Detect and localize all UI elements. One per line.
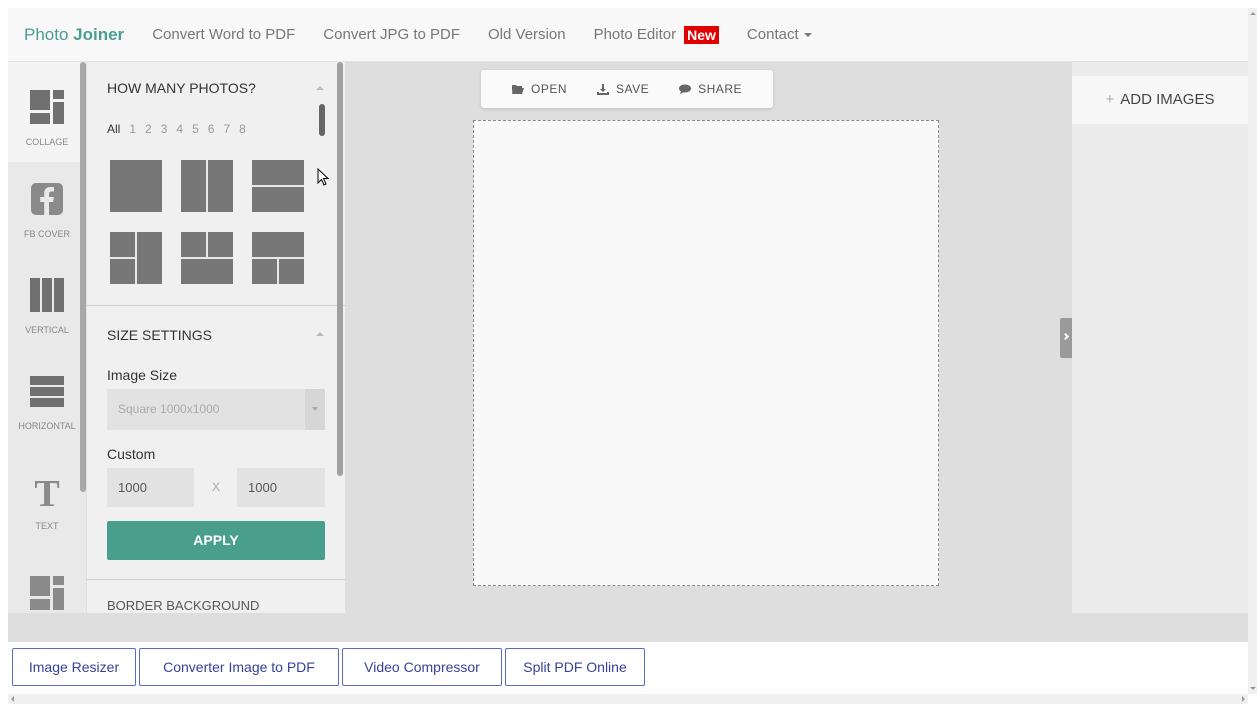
images-panel: + ADD IMAGES xyxy=(1072,62,1248,613)
folder-open-icon xyxy=(512,85,524,94)
brand-photo: Photo xyxy=(24,24,74,44)
open-label: OPEN xyxy=(531,82,568,96)
image-size-value: Square 1000x1000 xyxy=(118,402,220,416)
sidebar-label-horizontal: HORIZONTAL xyxy=(18,421,76,431)
nav-contact-dropdown[interactable]: Contact xyxy=(747,26,812,43)
nav-convert-jpg-to-pdf[interactable]: Convert JPG to PDF xyxy=(323,26,460,43)
text-icon: T xyxy=(28,472,66,515)
custom-height-input[interactable]: 1000 xyxy=(237,468,325,507)
footer-link-converter-image-to-pdf[interactable]: Converter Image to PDF xyxy=(139,648,339,686)
count-3[interactable]: 3 xyxy=(161,122,168,136)
layout-tile-2[interactable] xyxy=(181,160,233,212)
chevron-down-icon xyxy=(803,33,812,38)
custom-size-label: Custom xyxy=(107,446,156,462)
brand-logo[interactable]: Photo Joiner xyxy=(24,25,124,45)
sidebar-label-vertical: VERTICAL xyxy=(25,325,69,335)
arrow-left-icon[interactable] xyxy=(11,696,14,702)
app-frame: Photo Joiner Convert Word to PDF Convert… xyxy=(8,8,1248,704)
layout-tile-5[interactable] xyxy=(181,232,233,284)
sidebar-item-vertical[interactable]: VERTICAL xyxy=(8,276,86,335)
sidebar-scrollbar[interactable] xyxy=(80,62,86,492)
collage-icon xyxy=(28,574,66,612)
count-1[interactable]: 1 xyxy=(129,122,136,136)
add-images-label: ADD IMAGES xyxy=(1120,91,1215,108)
layout-list-scrollbar[interactable] xyxy=(319,104,325,136)
chevron-up-icon[interactable] xyxy=(316,332,324,336)
footer-links: Image Resizer Converter Image to PDF Vid… xyxy=(8,642,1248,694)
brand-joiner: Joiner xyxy=(73,24,125,44)
save-label: SAVE xyxy=(616,82,650,96)
count-all[interactable]: All xyxy=(107,122,120,136)
vertical-icon xyxy=(28,276,66,314)
save-button[interactable]: SAVE xyxy=(597,82,649,96)
image-size-select[interactable]: Square 1000x1000 xyxy=(107,389,325,430)
mouse-cursor-icon xyxy=(317,168,329,186)
sidebar-label-fb-cover: FB COVER xyxy=(23,229,70,239)
footer-link-split-pdf-online[interactable]: Split PDF Online xyxy=(505,648,645,686)
sidebar-item-collage[interactable]: COLLAGE xyxy=(8,62,86,162)
sidebar-item-fb-cover[interactable]: FB COVER xyxy=(8,180,86,239)
horizontal-icon xyxy=(28,372,66,410)
footer-link-image-resizer[interactable]: Image Resizer xyxy=(12,648,136,686)
nav-contact-label: Contact xyxy=(746,26,799,43)
arrow-right-icon[interactable] xyxy=(1242,696,1245,702)
panel-scrollbar[interactable] xyxy=(337,62,343,476)
chevron-up-icon[interactable] xyxy=(316,86,324,90)
count-6[interactable]: 6 xyxy=(208,122,215,136)
apply-button[interactable]: APPLY xyxy=(107,521,325,560)
download-icon xyxy=(597,83,610,95)
size-section-title[interactable]: SIZE SETTINGS xyxy=(107,327,212,343)
layout-tile-6[interactable] xyxy=(252,232,304,284)
arrow-up-icon[interactable] xyxy=(1250,12,1256,15)
layout-tile-3[interactable] xyxy=(252,160,304,212)
count-4[interactable]: 4 xyxy=(176,122,183,136)
nav-old-version[interactable]: Old Version xyxy=(488,26,566,43)
sidebar-item-more[interactable] xyxy=(8,574,86,617)
arrow-down-icon[interactable] xyxy=(1250,687,1256,690)
collage-canvas[interactable] xyxy=(473,120,939,586)
layout-tile-4[interactable] xyxy=(110,232,162,284)
new-badge: New xyxy=(684,25,719,44)
facebook-icon xyxy=(28,180,66,218)
share-button[interactable]: SHARE xyxy=(679,82,742,96)
layout-tile-1[interactable] xyxy=(110,160,162,212)
comments-icon xyxy=(679,84,692,94)
section-divider xyxy=(87,305,345,306)
footer-link-video-compressor[interactable]: Video Compressor xyxy=(342,648,502,686)
add-images-button[interactable]: + ADD IMAGES xyxy=(1072,76,1248,124)
section-divider xyxy=(87,579,345,580)
share-label: SHARE xyxy=(698,82,742,96)
settings-panel: HOW MANY PHOTOS? All 1 2 3 4 5 6 7 8 SIZE SETTIN… xyxy=(87,62,345,613)
top-navbar: Photo Joiner Convert Word to PDF Convert… xyxy=(8,8,1248,62)
collage-icon xyxy=(28,88,66,126)
vertical-scrollbar[interactable] xyxy=(1248,8,1257,694)
plus-icon: + xyxy=(1105,91,1115,108)
canvas-toolbar: OPEN SAVE SHARE xyxy=(481,70,773,108)
chevron-down-icon xyxy=(305,389,325,430)
nav-photo-editor[interactable]: Photo Editor xyxy=(594,26,677,43)
count-5[interactable]: 5 xyxy=(192,122,199,136)
horizontal-scrollbar[interactable] xyxy=(8,694,1248,704)
tool-sidebar: COLLAGE FB COVER VERTICAL HORIZONTAL T T… xyxy=(8,62,86,613)
sidebar-item-horizontal[interactable]: HORIZONTAL xyxy=(8,372,86,431)
open-button[interactable]: OPEN xyxy=(512,82,567,96)
count-2[interactable]: 2 xyxy=(145,122,152,136)
dimension-separator: X xyxy=(212,480,221,494)
nav-convert-word-to-pdf[interactable]: Convert Word to PDF xyxy=(152,26,295,43)
sidebar-item-text[interactable]: T TEXT xyxy=(8,472,86,531)
sidebar-label-collage: COLLAGE xyxy=(25,137,69,147)
count-8[interactable]: 8 xyxy=(239,122,246,136)
sidebar-label-text: TEXT xyxy=(35,521,59,531)
photos-section-title[interactable]: HOW MANY PHOTOS? xyxy=(107,80,256,96)
photo-count-filter: All 1 2 3 4 5 6 7 8 xyxy=(107,122,255,136)
chevron-right-icon[interactable] xyxy=(1060,318,1072,358)
svg-text:T: T xyxy=(34,473,59,510)
image-size-label: Image Size xyxy=(107,367,178,383)
border-background-section-title[interactable]: BORDER BACKGROUND xyxy=(107,598,259,613)
count-7[interactable]: 7 xyxy=(223,122,230,136)
custom-width-input[interactable]: 1000 xyxy=(107,468,194,507)
